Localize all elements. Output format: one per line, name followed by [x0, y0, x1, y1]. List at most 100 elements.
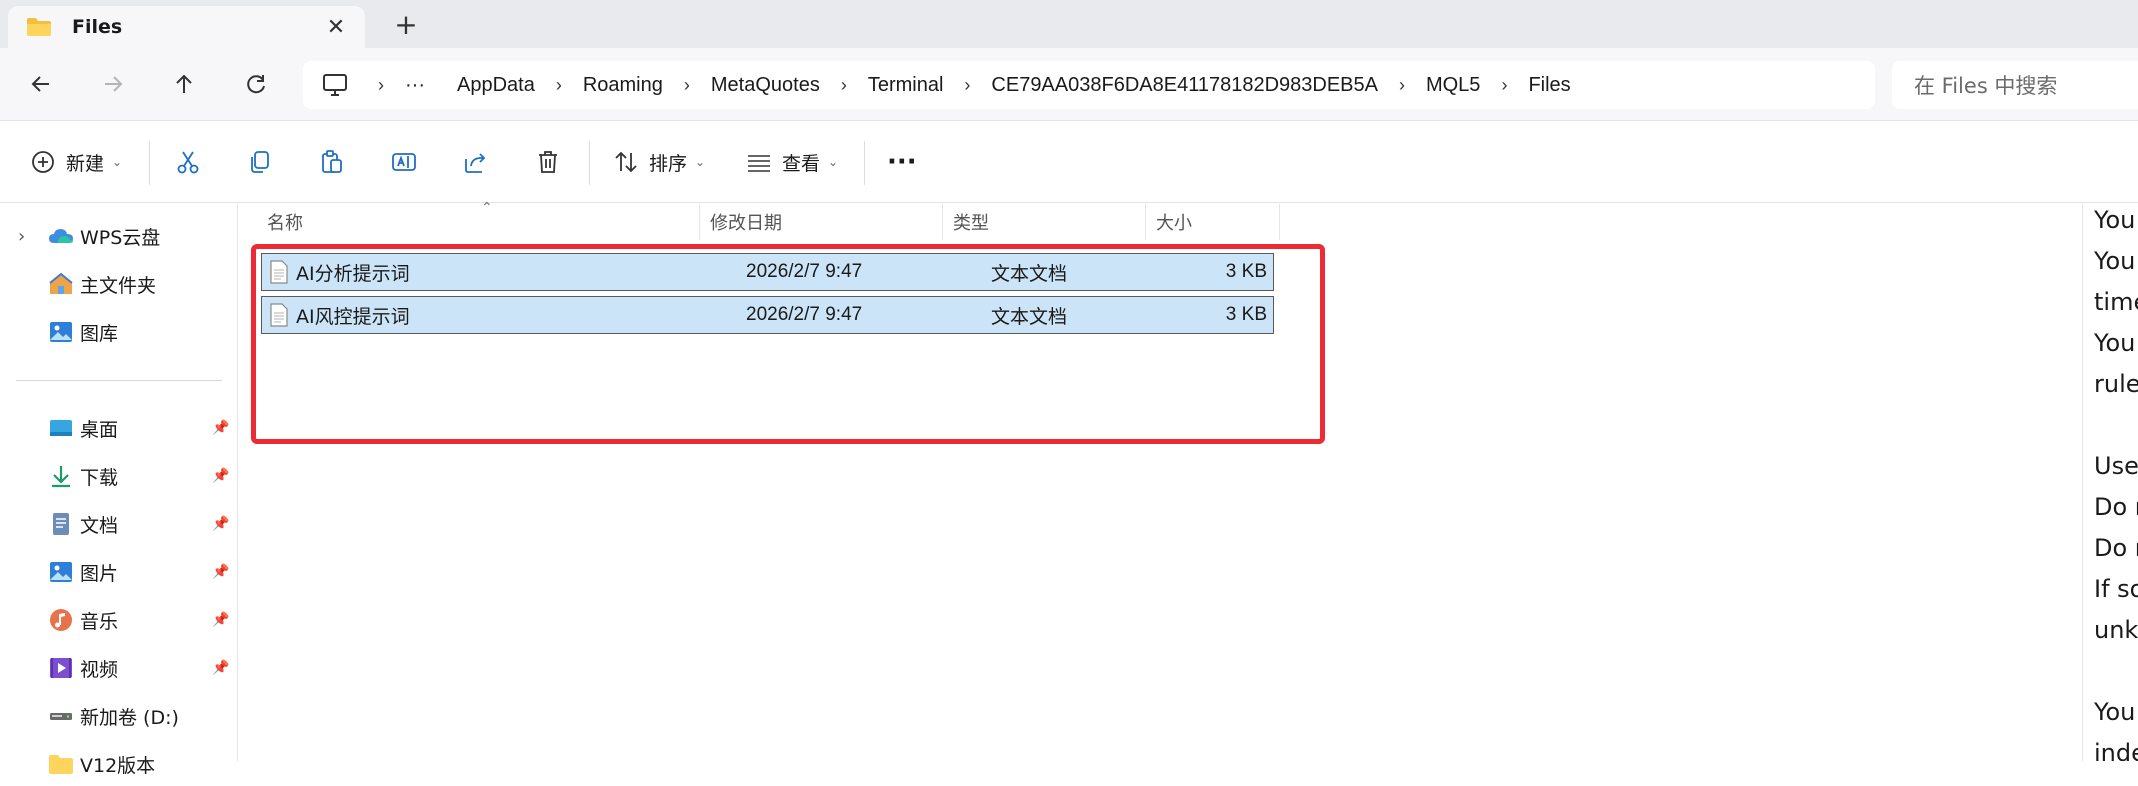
- arrow-right-icon: [105, 76, 123, 92]
- pin-icon[interactable]: 📌: [212, 516, 229, 532]
- gallery-icon: [48, 320, 74, 344]
- column-header-size[interactable]: 大小: [1146, 204, 1280, 240]
- tab-files[interactable]: Files ✕: [8, 6, 365, 48]
- preview-line: time: [2094, 288, 2138, 316]
- preview-line: Do n: [2094, 534, 2138, 562]
- toolbar-divider: [864, 141, 865, 185]
- forward-button[interactable]: [91, 64, 135, 104]
- column-header-name[interactable]: 名称: [257, 204, 700, 240]
- column-header-type[interactable]: 类型: [943, 204, 1146, 240]
- sidebar-item-gallery[interactable]: 图库: [0, 310, 238, 354]
- refresh-button[interactable]: [234, 64, 278, 104]
- chevron-right-icon[interactable]: ›: [18, 226, 25, 247]
- sidebar-item-label: 文档: [80, 514, 119, 537]
- sidebar-item-label: 下载: [80, 466, 119, 489]
- breadcrumb-terminal[interactable]: Terminal: [864, 74, 948, 97]
- annotation-highlight-box: [251, 244, 1325, 444]
- close-tab-icon[interactable]: ✕: [321, 15, 351, 40]
- tab-strip: Files ✕ +: [0, 0, 2138, 48]
- drive-icon: [48, 704, 74, 728]
- breadcrumb-appdata[interactable]: AppData: [453, 74, 539, 97]
- copy-button[interactable]: [247, 140, 273, 184]
- copy-icon: [251, 151, 269, 173]
- breadcrumb-mql5[interactable]: MQL5: [1422, 74, 1484, 97]
- arrow-up-icon: [176, 74, 192, 93]
- breadcrumb-separator[interactable]: ›: [824, 75, 864, 96]
- breadcrumb-metaquotes[interactable]: MetaQuotes: [707, 74, 824, 97]
- breadcrumb-files[interactable]: Files: [1524, 74, 1574, 97]
- column-header-label: 类型: [953, 213, 989, 234]
- breadcrumb-separator[interactable]: ›: [947, 75, 987, 96]
- back-button[interactable]: [19, 64, 63, 104]
- address-bar[interactable]: › ··· AppData › Roaming › MetaQuotes › T…: [303, 61, 1875, 109]
- music-icon: [48, 608, 74, 632]
- new-label: 新建: [66, 152, 105, 175]
- share-icon: [465, 153, 486, 173]
- preview-line: You: [2094, 329, 2136, 357]
- refresh-icon: [247, 75, 265, 94]
- new-button[interactable]: 新建 ⌄: [30, 140, 122, 184]
- sidebar-item-drive-d[interactable]: 新加卷 (D:): [0, 694, 238, 738]
- desktop-icon: [48, 416, 74, 440]
- sidebar-item-v12[interactable]: V12版本: [0, 742, 238, 786]
- up-button[interactable]: [162, 64, 206, 104]
- share-button[interactable]: [463, 140, 489, 184]
- sidebar-item-label: 桌面: [80, 418, 119, 441]
- sort-button[interactable]: 排序 ⌄: [613, 140, 705, 184]
- preview-line: inde: [2094, 739, 2138, 761]
- paste-button[interactable]: [319, 140, 345, 184]
- rename-button[interactable]: [391, 140, 417, 184]
- breadcrumb-separator[interactable]: ›: [1484, 75, 1524, 96]
- sort-icon: [615, 151, 637, 173]
- sidebar-item-pictures[interactable]: 图片 📌: [0, 550, 238, 594]
- pin-icon[interactable]: 📌: [212, 468, 229, 484]
- toolbar-divider: [589, 141, 590, 185]
- preview-line: unkn: [2094, 616, 2138, 644]
- search-input[interactable]: 在 Files 中搜索: [1892, 61, 2138, 109]
- pin-icon[interactable]: 📌: [212, 564, 229, 580]
- navigation-bar: › ··· AppData › Roaming › MetaQuotes › T…: [0, 48, 2138, 120]
- sidebar-item-documents[interactable]: 文档 📌: [0, 502, 238, 546]
- file-list: ⌃ 名称 修改日期 类型 大小 AI分析提示词 2026/2/7 9:47 文本…: [239, 200, 2082, 761]
- cut-button[interactable]: [175, 140, 201, 184]
- this-pc-icon[interactable]: [321, 72, 349, 98]
- column-header-date[interactable]: 修改日期: [700, 204, 943, 240]
- breadcrumb-separator[interactable]: ›: [539, 75, 579, 96]
- pin-icon[interactable]: 📌: [212, 420, 229, 436]
- pin-icon[interactable]: 📌: [212, 612, 229, 628]
- delete-button[interactable]: [535, 140, 561, 184]
- sidebar-item-downloads[interactable]: 下载 📌: [0, 454, 238, 498]
- sidebar-item-label: 视频: [80, 658, 119, 681]
- chevron-down-icon: ⌄: [112, 155, 123, 169]
- sidebar-item-music[interactable]: 音乐 📌: [0, 598, 238, 642]
- chevron-down-icon: ⌄: [695, 155, 706, 169]
- column-header-label: 大小: [1156, 213, 1192, 234]
- preview-line: You: [2094, 247, 2136, 275]
- sort-label: 排序: [649, 152, 688, 175]
- sidebar-item-label: 图片: [80, 562, 119, 585]
- breadcrumb-separator[interactable]: ›: [1382, 75, 1422, 96]
- breadcrumb-separator[interactable]: ›: [361, 75, 401, 96]
- breadcrumb-roaming[interactable]: Roaming: [579, 74, 667, 97]
- sidebar-item-wps-cloud[interactable]: › WPS云盘: [0, 214, 238, 258]
- preview-line: If so: [2094, 575, 2138, 603]
- rename-icon: [392, 153, 416, 171]
- pin-icon[interactable]: 📌: [212, 660, 229, 676]
- more-options-button[interactable]: ···: [887, 140, 917, 184]
- sidebar-divider: [16, 380, 222, 381]
- pictures-icon: [48, 560, 74, 584]
- sidebar-item-label: V12版本: [80, 754, 156, 777]
- breadcrumb-separator[interactable]: ›: [667, 75, 707, 96]
- breadcrumb-terminal-id[interactable]: CE79AA038F6DA8E41178182D983DEB5A: [987, 74, 1382, 97]
- sidebar-item-videos[interactable]: 视频 📌: [0, 646, 238, 690]
- sidebar-item-home[interactable]: 主文件夹: [0, 262, 238, 306]
- new-tab-button[interactable]: +: [388, 8, 424, 42]
- sidebar-item-label: 主文件夹: [80, 274, 157, 297]
- column-header-label: 修改日期: [710, 213, 782, 234]
- view-button[interactable]: 查看 ⌄: [746, 140, 838, 184]
- column-header-label: 名称: [267, 213, 303, 234]
- sidebar-item-desktop[interactable]: 桌面 📌: [0, 406, 238, 450]
- sidebar-item-label: 音乐: [80, 610, 119, 633]
- breadcrumb-overflow[interactable]: ···: [401, 74, 429, 97]
- cloud-icon: [48, 224, 74, 248]
